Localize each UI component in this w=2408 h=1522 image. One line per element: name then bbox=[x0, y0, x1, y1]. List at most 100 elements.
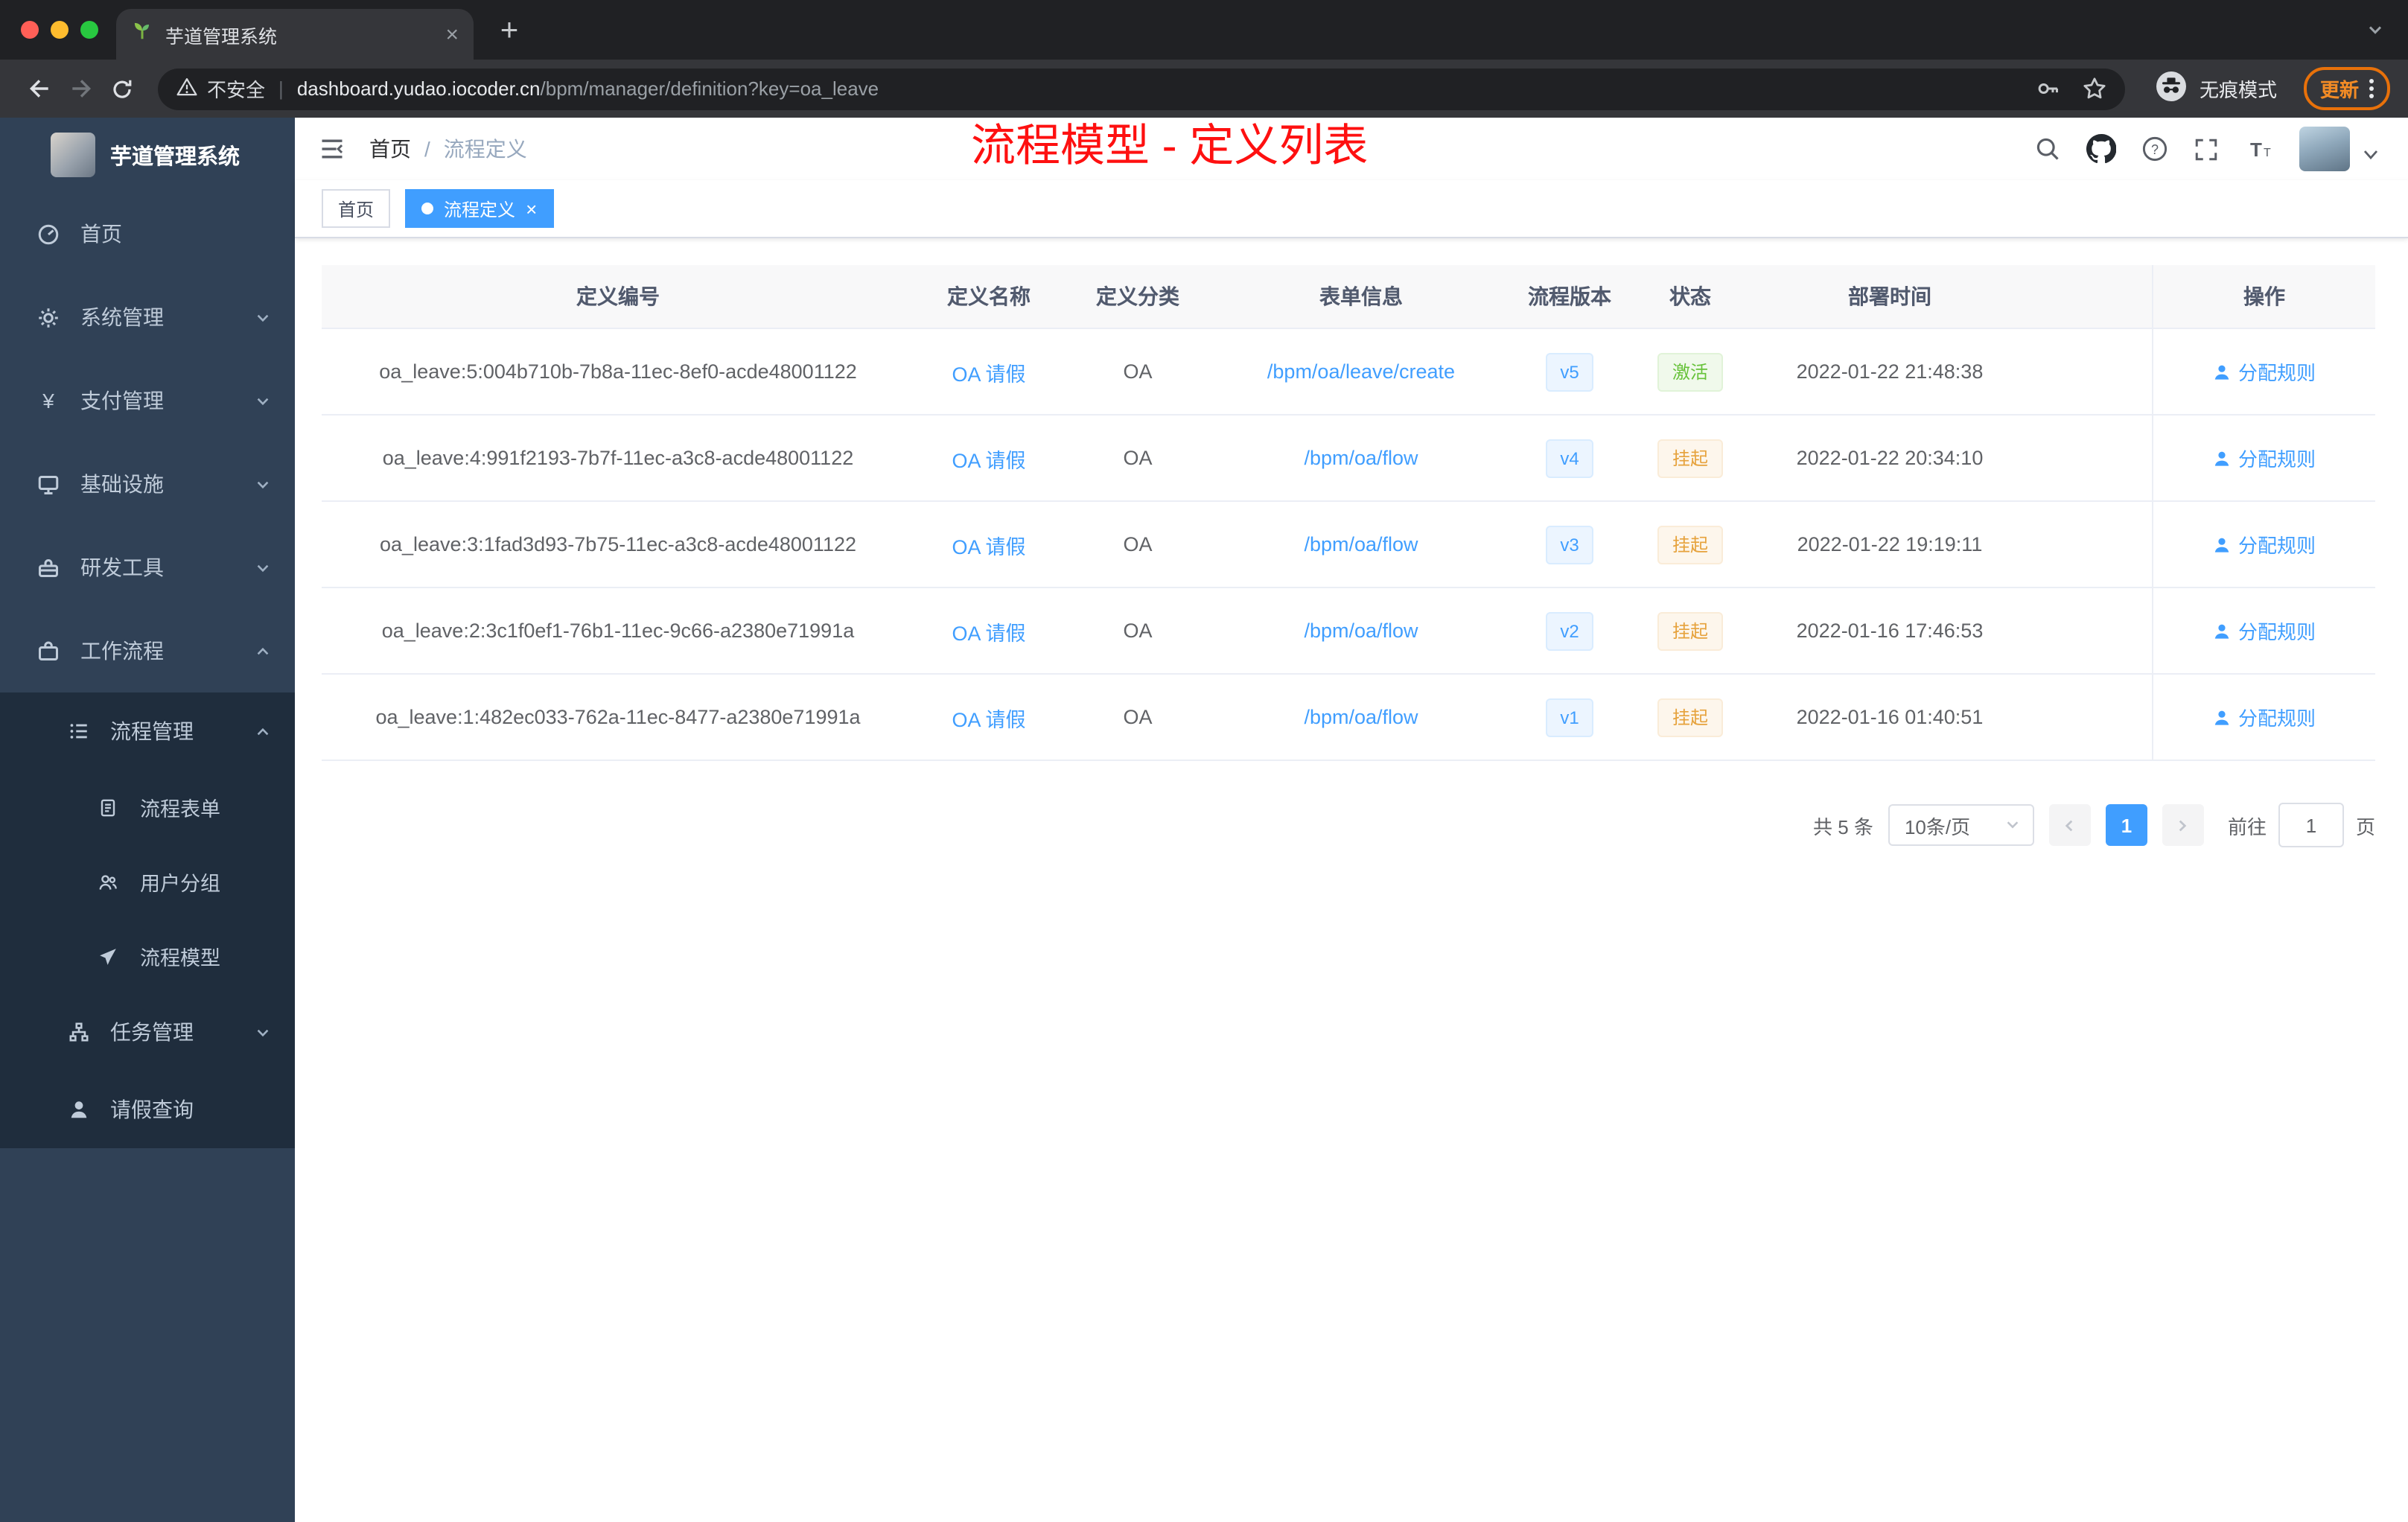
window-minimize-button[interactable] bbox=[51, 21, 69, 39]
tree-icon bbox=[66, 1022, 91, 1042]
svg-text:?: ? bbox=[2151, 142, 2159, 157]
assign-rule-button[interactable]: 分配规则 bbox=[2213, 703, 2316, 731]
sidebar-logo[interactable]: 芋道管理系统 bbox=[0, 118, 295, 192]
address-bar[interactable]: 不安全 | dashboard.yudao.iocoder.cn/bpm/man… bbox=[158, 68, 2125, 109]
sidebar-item-process-management[interactable]: 流程管理 bbox=[0, 692, 295, 770]
window-close-button[interactable] bbox=[21, 21, 39, 39]
prev-page-button[interactable] bbox=[2048, 804, 2091, 846]
sidebar-item-user-groups[interactable]: 用户分组 bbox=[0, 844, 295, 919]
app-header: 首页 / 流程定义 流程模型 - 定义列表 ? T T bbox=[295, 118, 2408, 180]
cell-category: OA bbox=[1123, 533, 1153, 555]
pagination: 共 5 条 10条/页 1 前往 1 页 bbox=[322, 803, 2375, 847]
column-header: 表单信息 bbox=[1212, 265, 1510, 328]
warning-triangle-icon bbox=[176, 75, 198, 102]
reload-button-icon[interactable] bbox=[101, 68, 143, 109]
user-avatar[interactable] bbox=[2299, 127, 2350, 171]
yen-icon: ¥ bbox=[42, 389, 54, 413]
assign-rule-button[interactable]: 分配规则 bbox=[2213, 357, 2316, 386]
page-content: 定义编号 定义名称 定义分类 表单信息 流程版本 状态 部署时间 操作 oa_l… bbox=[295, 238, 2408, 1522]
form-info-link[interactable]: /bpm/oa/flow bbox=[1304, 447, 1418, 469]
search-icon[interactable] bbox=[2034, 136, 2061, 162]
chevron-up-icon bbox=[255, 643, 271, 659]
table-row: oa_leave:3:1fad3d93-7b75-11ec-a3c8-acde4… bbox=[322, 502, 2375, 588]
column-header: 定义编号 bbox=[322, 265, 914, 328]
current-page-button[interactable]: 1 bbox=[2105, 804, 2147, 846]
svg-text:T: T bbox=[2250, 138, 2262, 161]
form-info-link[interactable]: /bpm/oa/flow bbox=[1304, 533, 1418, 555]
dashboard-icon bbox=[36, 223, 61, 245]
sidebar-item-home[interactable]: 首页 bbox=[0, 192, 295, 276]
next-page-button[interactable] bbox=[2162, 804, 2204, 846]
new-tab-button[interactable]: + bbox=[488, 10, 530, 52]
user-icon bbox=[66, 1099, 91, 1120]
goto-page-input[interactable] bbox=[2278, 803, 2344, 847]
definition-name-link[interactable]: OA 请假 bbox=[952, 616, 1025, 646]
definition-name-link[interactable]: OA 请假 bbox=[952, 529, 1025, 559]
incognito-badge: 无痕模式 bbox=[2155, 70, 2277, 107]
person-icon bbox=[2214, 537, 2229, 552]
forward-button-icon[interactable] bbox=[60, 68, 101, 109]
bookmark-star-icon[interactable] bbox=[2082, 76, 2107, 101]
definition-name-link[interactable]: OA 请假 bbox=[952, 702, 1025, 732]
sidebar-item-task-management[interactable]: 任务管理 bbox=[0, 993, 295, 1071]
browser-tab[interactable]: 芋道管理系统 × bbox=[116, 9, 474, 60]
fullscreen-icon[interactable] bbox=[2194, 136, 2219, 162]
back-button-icon[interactable] bbox=[18, 68, 60, 109]
breadcrumb-home[interactable]: 首页 bbox=[369, 134, 411, 164]
sidebar-item-process-model[interactable]: 流程模型 bbox=[0, 919, 295, 993]
definition-name-link[interactable]: OA 请假 bbox=[952, 443, 1025, 473]
sidebar-item-devtools[interactable]: 研发工具 bbox=[0, 526, 295, 609]
cell-category: OA bbox=[1123, 360, 1153, 383]
status-badge: 挂起 bbox=[1657, 525, 1723, 564]
status-badge: 激活 bbox=[1657, 352, 1723, 391]
sidebar-item-process-form[interactable]: 流程表单 bbox=[0, 770, 295, 844]
table-row: oa_leave:2:3c1f0ef1-76b1-11ec-9c66-a2380… bbox=[322, 588, 2375, 675]
browser-update-button[interactable]: 更新 bbox=[2303, 67, 2390, 110]
person-icon bbox=[2214, 710, 2229, 725]
page-size-select[interactable]: 10条/页 bbox=[1888, 804, 2034, 846]
security-indicator[interactable]: 不安全 bbox=[176, 74, 265, 103]
sidebar-item-infrastructure[interactable]: 基础设施 bbox=[0, 442, 295, 526]
tab-close-icon[interactable]: × bbox=[445, 23, 459, 45]
incognito-icon bbox=[2155, 70, 2188, 107]
window-zoom-button[interactable] bbox=[80, 21, 98, 39]
goto-label: 前往 bbox=[2227, 815, 2267, 838]
password-key-icon[interactable] bbox=[2036, 76, 2061, 101]
tag-home[interactable]: 首页 bbox=[322, 189, 391, 228]
chevron-down-icon bbox=[255, 559, 271, 576]
form-info-link[interactable]: /bpm/oa/flow bbox=[1304, 620, 1418, 642]
sidebar-item-system[interactable]: 系统管理 bbox=[0, 276, 295, 359]
gear-icon bbox=[36, 306, 61, 328]
sidebar-item-workflow[interactable]: 工作流程 bbox=[0, 609, 295, 692]
chevron-down-icon bbox=[255, 1024, 271, 1040]
cell-category: OA bbox=[1123, 447, 1153, 469]
sidebar-collapse-icon[interactable] bbox=[319, 136, 345, 162]
font-size-icon[interactable]: TT bbox=[2244, 136, 2274, 162]
browser-menu-icon[interactable] bbox=[2369, 79, 2374, 98]
cell-definition-id: oa_leave:2:3c1f0ef1-76b1-11ec-9c66-a2380… bbox=[381, 620, 855, 642]
form-info-link[interactable]: /bpm/oa/flow bbox=[1304, 706, 1418, 728]
table-header-row: 定义编号 定义名称 定义分类 表单信息 流程版本 状态 部署时间 操作 bbox=[322, 265, 2375, 329]
monitor-icon bbox=[36, 473, 61, 495]
window-controls bbox=[21, 21, 98, 39]
update-label: 更新 bbox=[2319, 79, 2359, 101]
definition-name-link[interactable]: OA 请假 bbox=[952, 357, 1025, 386]
app-title: 芋道管理系统 bbox=[110, 145, 240, 169]
caret-down-icon[interactable] bbox=[2363, 141, 2378, 168]
sidebar-item-leave-query[interactable]: 请假查询 bbox=[0, 1071, 295, 1148]
help-icon[interactable]: ? bbox=[2141, 136, 2168, 162]
svg-text:T: T bbox=[2264, 147, 2271, 159]
sidebar-item-payment[interactable]: ¥ 支付管理 bbox=[0, 359, 295, 442]
chevron-up-icon bbox=[255, 723, 271, 739]
column-header: 流程版本 bbox=[1510, 265, 1629, 328]
github-icon[interactable] bbox=[2086, 134, 2116, 164]
form-info-link[interactable]: /bpm/oa/leave/create bbox=[1267, 360, 1455, 383]
assign-rule-button[interactable]: 分配规则 bbox=[2213, 530, 2316, 558]
tag-close-icon[interactable]: × bbox=[526, 199, 537, 218]
briefcase-icon bbox=[36, 640, 61, 662]
tab-search-chevron-icon[interactable] bbox=[2366, 19, 2384, 46]
tag-process-definition[interactable]: 流程定义 × bbox=[405, 189, 554, 228]
assign-rule-button[interactable]: 分配规则 bbox=[2213, 617, 2316, 645]
assign-rule-button[interactable]: 分配规则 bbox=[2213, 444, 2316, 472]
incognito-label: 无痕模式 bbox=[2199, 79, 2277, 101]
